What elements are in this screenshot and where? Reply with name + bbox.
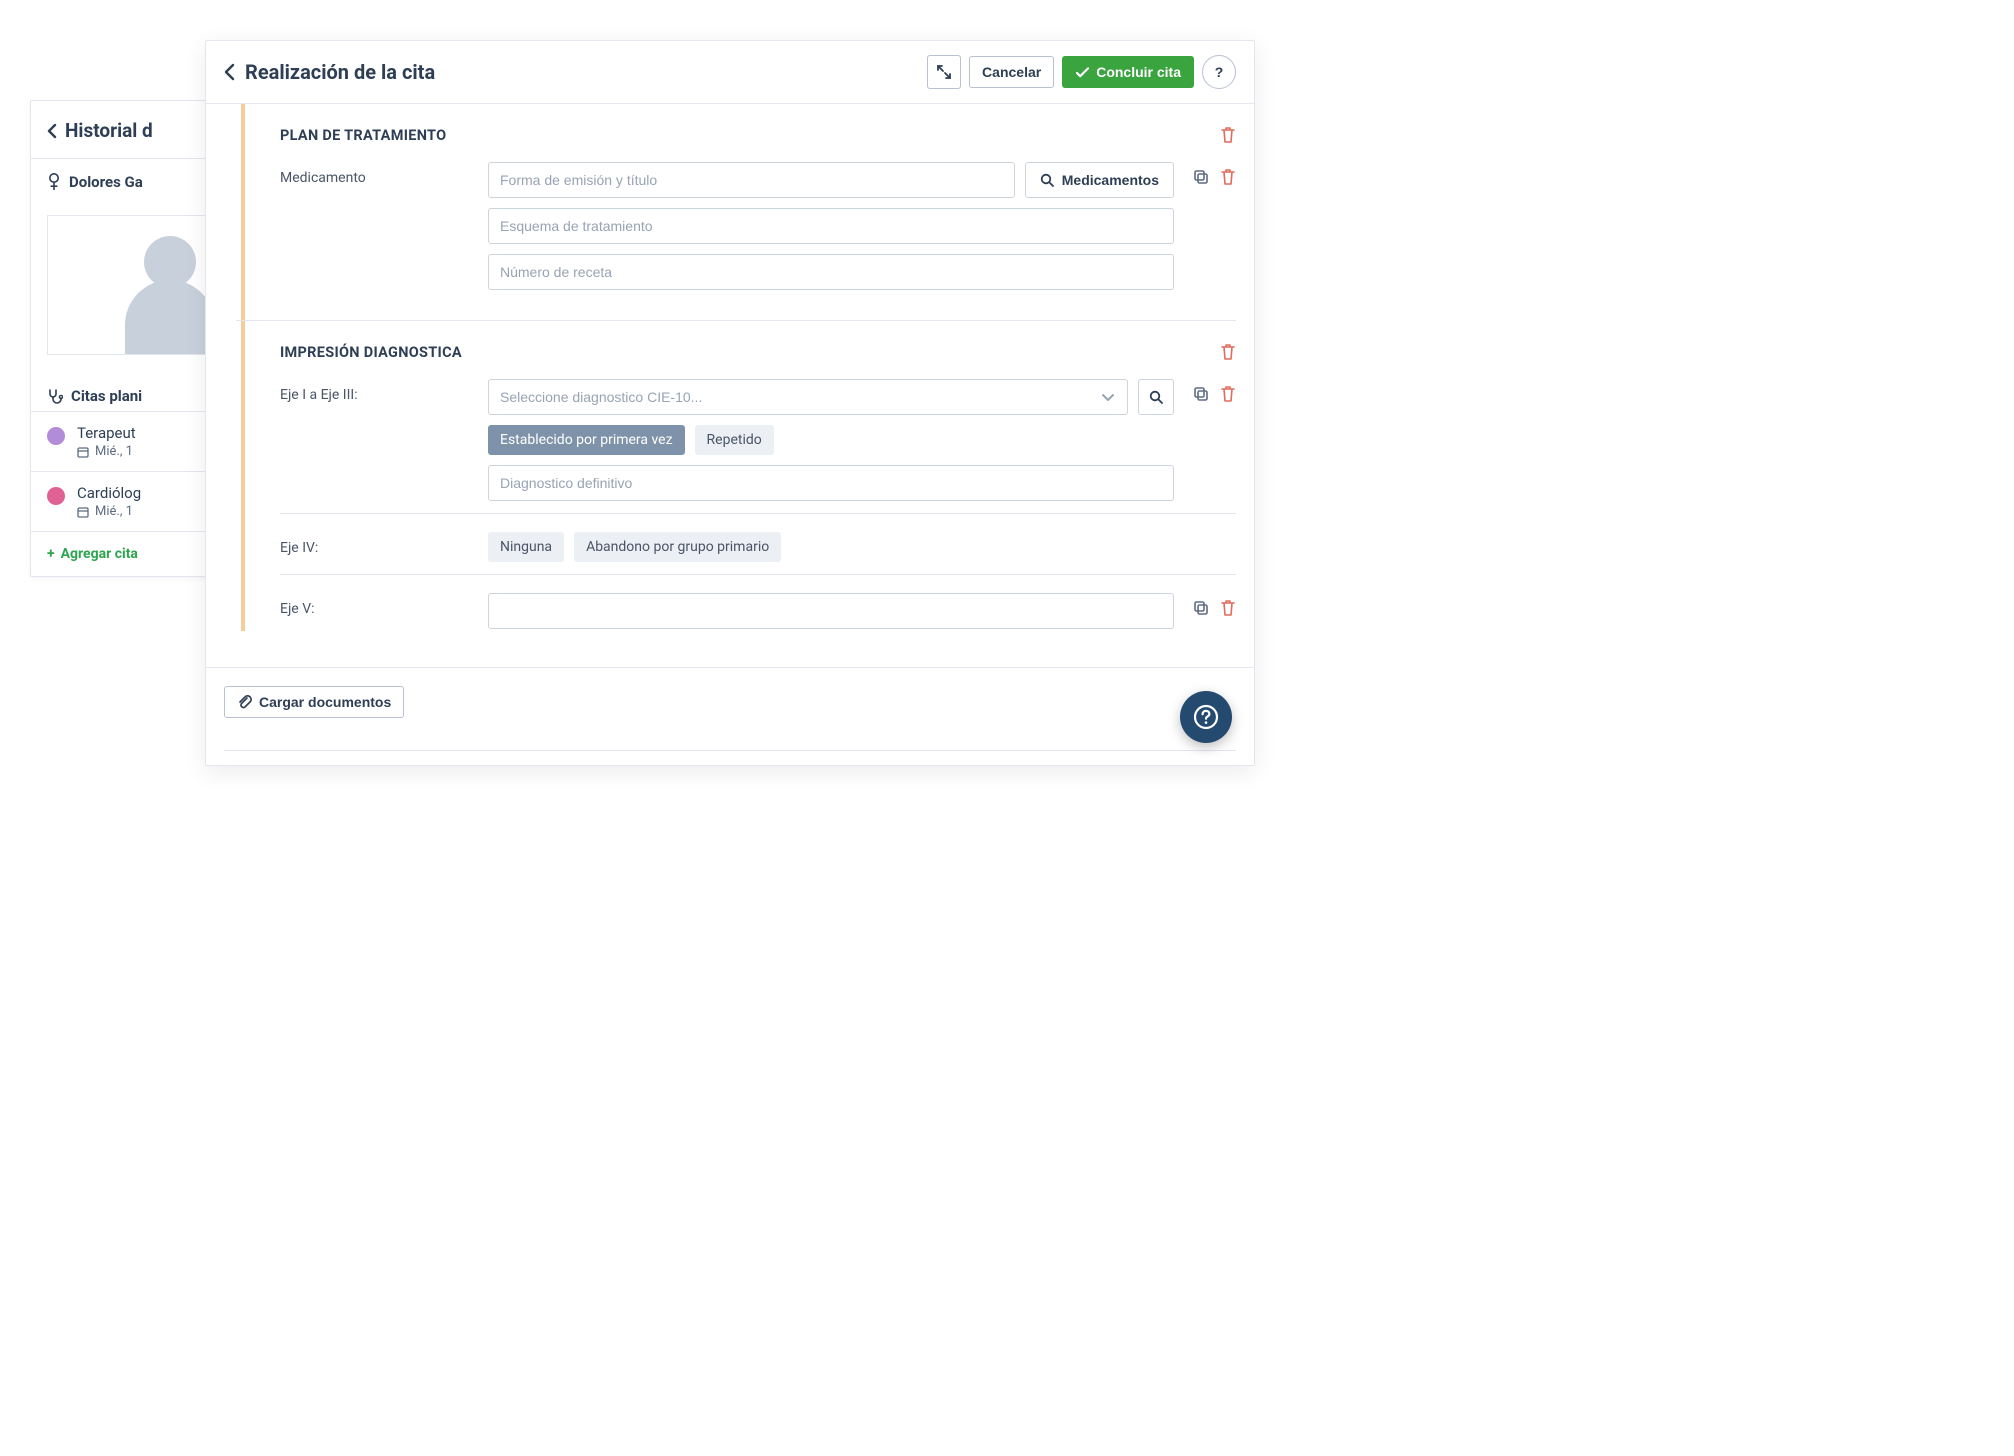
duplicate-row-button[interactable] <box>1192 385 1210 403</box>
modal-title-row[interactable]: Realización de la cita <box>224 60 435 84</box>
modal-body: PLAN DE TRATAMIENTO Medicamento Medicame… <box>206 104 1254 659</box>
add-appointment-label: Agregar cita <box>61 546 138 562</box>
medication-label: Medicamento <box>280 162 470 186</box>
delete-section-button[interactable] <box>1220 126 1236 144</box>
appointment-modal: Realización de la cita Cancelar Concluir… <box>205 40 1255 766</box>
repeated-pill[interactable]: Repetido <box>695 425 774 455</box>
cancel-label: Cancelar <box>982 64 1041 80</box>
first-time-pill[interactable]: Establecido por primera vez <box>488 425 685 455</box>
patient-name: Dolores Ga <box>69 173 143 191</box>
history-title: Historial d <box>65 119 153 142</box>
eje4-label: Eje IV: <box>280 532 470 556</box>
modal-header: Realización de la cita Cancelar Concluir… <box>206 41 1254 104</box>
eje13-label: Eje I a Eje III: <box>280 379 470 403</box>
diagnosis-section: IMPRESIÓN DIAGNOSTICA Eje I a Eje III: <box>236 321 1236 659</box>
chevron-left-icon <box>224 63 235 81</box>
floating-help-button[interactable] <box>1180 691 1232 743</box>
eje4-abandon-pill[interactable]: Abandono por grupo primario <box>574 532 781 562</box>
appointment-title: Cardiólog <box>77 484 141 502</box>
search-icon <box>1040 173 1054 187</box>
expand-button[interactable] <box>927 55 961 89</box>
avatar-placeholder-icon <box>125 280 215 355</box>
eje5-label: Eje V: <box>280 593 470 617</box>
appointment-meta: Mié., 1 <box>95 504 133 519</box>
appointment-dot-icon <box>47 487 65 505</box>
modal-footer: Cargar documentos <box>206 667 1254 736</box>
delete-row-button[interactable] <box>1220 599 1236 617</box>
delete-section-button[interactable] <box>1220 343 1236 361</box>
treatment-heading: PLAN DE TRATAMIENTO <box>280 127 446 144</box>
conclude-button[interactable]: Concluir cita <box>1062 56 1194 88</box>
calendar-icon <box>77 506 89 518</box>
medications-lookup-label: Medicamentos <box>1062 172 1159 188</box>
appointment-title: Terapeut <box>77 424 136 442</box>
cie10-select[interactable] <box>488 379 1128 415</box>
treatment-scheme-input[interactable] <box>488 208 1174 244</box>
stethoscope-icon <box>47 388 63 404</box>
diagnosis-heading: IMPRESIÓN DIAGNOSTICA <box>280 344 462 361</box>
plus-icon: + <box>47 546 55 562</box>
appointment-dot-icon <box>47 427 65 445</box>
search-icon <box>1149 390 1163 404</box>
medications-lookup-button[interactable]: Medicamentos <box>1025 162 1174 198</box>
check-icon <box>1075 65 1090 80</box>
appointment-meta: Mié., 1 <box>95 444 133 459</box>
delete-row-button[interactable] <box>1220 385 1236 403</box>
treatment-section: PLAN DE TRATAMIENTO Medicamento Medicame… <box>236 104 1236 321</box>
question-icon: ? <box>1215 64 1224 80</box>
calendar-icon <box>77 446 89 458</box>
appointments-title: Citas plani <box>71 387 142 405</box>
medication-title-input[interactable] <box>488 162 1015 198</box>
duplicate-row-button[interactable] <box>1192 599 1210 617</box>
conclude-label: Concluir cita <box>1096 64 1181 80</box>
definitive-diagnosis-input[interactable] <box>488 465 1174 501</box>
female-icon <box>47 173 61 191</box>
eje5-input[interactable] <box>488 593 1174 629</box>
chevron-left-icon <box>47 123 57 139</box>
expand-icon <box>936 64 952 80</box>
upload-documents-button[interactable]: Cargar documentos <box>224 686 404 718</box>
cie10-search-button[interactable] <box>1138 379 1174 415</box>
chevron-down-icon <box>1100 389 1116 405</box>
question-icon <box>1193 704 1219 730</box>
modal-actions: Cancelar Concluir cita ? <box>927 55 1236 89</box>
duplicate-row-button[interactable] <box>1192 168 1210 186</box>
header-help-button[interactable]: ? <box>1202 55 1236 89</box>
cancel-button[interactable]: Cancelar <box>969 56 1054 88</box>
rx-number-input[interactable] <box>488 254 1174 290</box>
eje4-none-pill[interactable]: Ninguna <box>488 532 564 562</box>
upload-documents-label: Cargar documentos <box>259 694 391 710</box>
delete-row-button[interactable] <box>1220 168 1236 186</box>
paperclip-icon <box>237 694 253 710</box>
modal-title: Realización de la cita <box>245 60 435 84</box>
